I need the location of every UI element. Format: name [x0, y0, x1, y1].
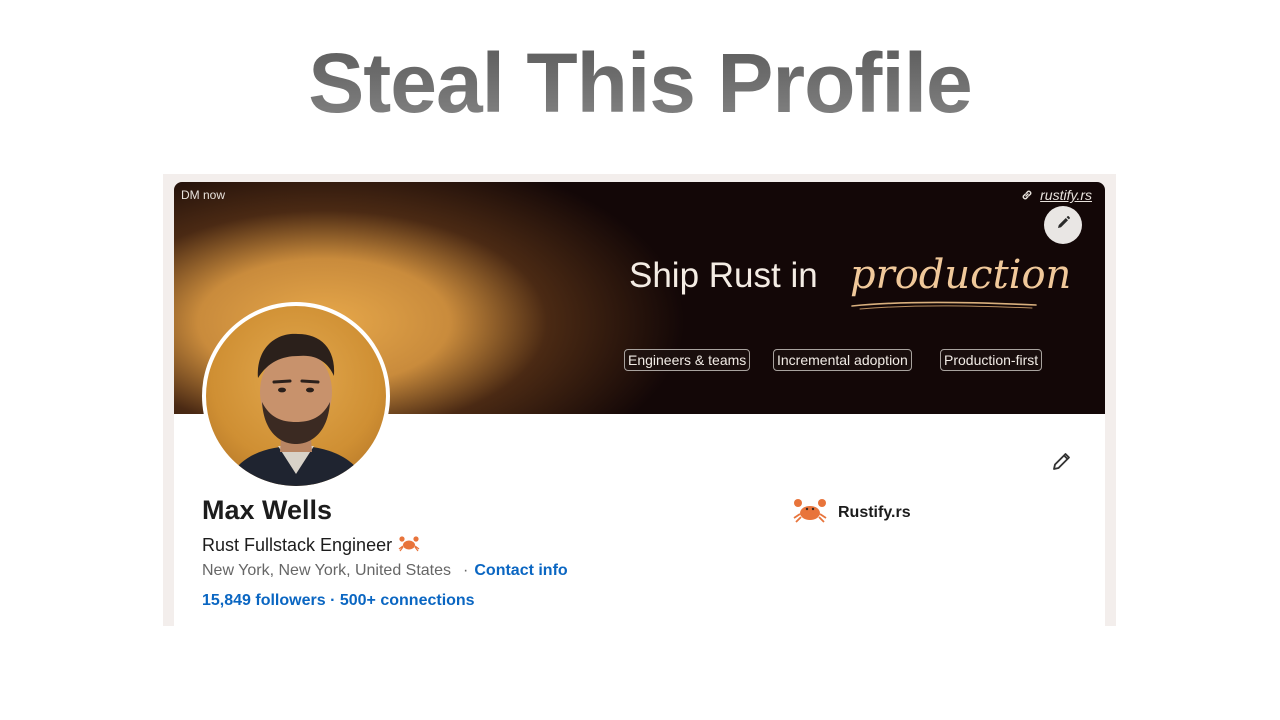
- banner-link-text[interactable]: rustify.rs: [1040, 187, 1092, 203]
- pencil-icon: [1054, 214, 1072, 237]
- stats-separator: ·: [330, 592, 336, 609]
- contact-info-link[interactable]: Contact info: [474, 562, 567, 579]
- profile-location: New York, New York, United States: [202, 562, 452, 579]
- banner-tagline: Ship Rust in: [629, 256, 818, 295]
- chip-incremental: Incremental adoption: [773, 349, 912, 371]
- edit-profile-button[interactable]: [1048, 449, 1076, 477]
- chip-production: Production-first: [940, 349, 1043, 371]
- banner-tagline-accent: production: [850, 252, 1072, 298]
- separator: ·: [463, 562, 469, 579]
- avatar[interactable]: [202, 302, 390, 490]
- pencil-icon: [1050, 449, 1074, 478]
- person-portrait: [226, 333, 368, 486]
- profile-title-text: Rust Fullstack Engineer: [202, 535, 393, 555]
- banner-link[interactable]: rustify.rs: [1020, 187, 1092, 203]
- accent-underline: [851, 301, 1037, 310]
- avatar-photo: [206, 306, 386, 486]
- profile-location-line: New York, New York, United States · Contac…: [202, 562, 568, 580]
- edit-banner-button[interactable]: [1044, 206, 1082, 244]
- followers-link[interactable]: 15,849 followers: [202, 592, 326, 609]
- connections-link[interactable]: 500+ connections: [340, 592, 475, 609]
- profile-stats: 15,849 followers · 500+ connections: [202, 592, 475, 610]
- profile-headline: Rust Fullstack Engineer: [202, 534, 420, 557]
- link-icon: [1020, 188, 1034, 202]
- chip-engineers: Engineers & teams: [624, 349, 751, 371]
- crab-icon: [792, 496, 828, 529]
- banner-corner-label: DM now: [181, 188, 226, 202]
- current-company[interactable]: Rustify.rs: [792, 496, 911, 529]
- page-headline: Steal This Profile: [0, 28, 1280, 138]
- company-name: Rustify.rs: [838, 503, 911, 521]
- profile-card: DM now rustify.rs Ship Rust in productio…: [174, 182, 1105, 626]
- profile-name: Max Wells: [202, 495, 333, 525]
- crab-icon: [398, 534, 420, 557]
